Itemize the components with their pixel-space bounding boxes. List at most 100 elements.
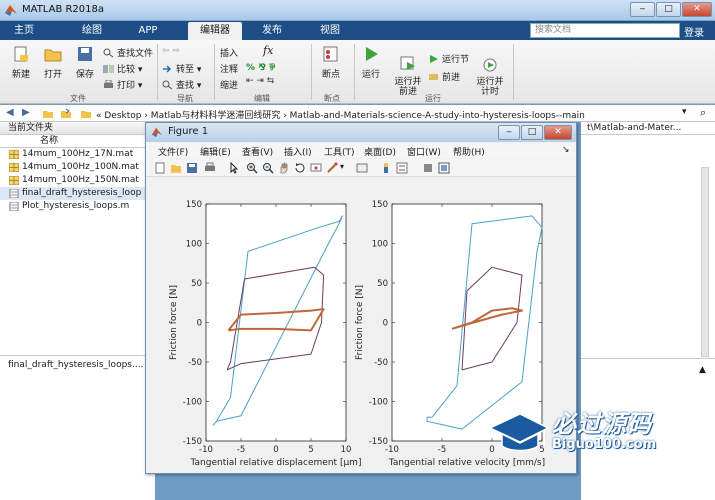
y-axis-label: Friction force [N] <box>355 285 365 360</box>
tab-home[interactable]: 主页 <box>4 22 44 40</box>
new-button[interactable]: 新建 <box>6 46 36 80</box>
insert-button[interactable]: 插入 <box>220 46 238 59</box>
goto-label: 转至 <box>176 65 195 75</box>
print-figure-icon[interactable] <box>204 162 216 174</box>
divider <box>311 44 312 100</box>
scroll-up-arrow-icon[interactable]: ▲ <box>699 365 706 375</box>
zoom-in-icon[interactable] <box>246 162 258 174</box>
show-plot-tools-icon[interactable] <box>438 162 450 174</box>
browse-folder-icon[interactable] <box>60 108 72 119</box>
menu-help[interactable]: 帮助(H) <box>453 145 485 158</box>
details-title: final_draft_hysteresis_loops.... <box>8 360 144 370</box>
figure-minimize-button[interactable]: ‒ <box>498 125 520 140</box>
figure-maximize-button[interactable]: □ <box>521 125 543 140</box>
up-folder-icon[interactable] <box>42 108 54 119</box>
percent-comment-icon[interactable]: % ⅋ ⅌ <box>246 60 275 73</box>
list-item[interactable]: Plot_hysteresis_loops.m <box>0 200 154 213</box>
search-input[interactable]: 搜索文档 <box>530 23 680 38</box>
figure-close-button[interactable]: ✕ <box>544 125 572 140</box>
new-label: 新建 <box>11 70 30 80</box>
back-arrow-icon[interactable]: ◀ <box>6 107 14 118</box>
find-button[interactable]: 查找 ▾ <box>162 78 201 91</box>
run-section-button[interactable]: 运行节 <box>428 52 469 65</box>
run-button[interactable]: 运行 <box>356 46 386 80</box>
save-button[interactable]: 保存 <box>70 46 100 80</box>
y-axis-label: Friction force [N] <box>169 285 179 360</box>
minimize-button[interactable]: ‒ <box>630 2 655 17</box>
tab-publish[interactable]: 发布 <box>250 22 294 40</box>
indent-button[interactable]: 缩进 <box>220 78 238 91</box>
figure-titlebar: Figure 1 ‒ □ ✕ <box>146 123 576 142</box>
watermark-text: 必过源码 <box>552 410 652 438</box>
x-axis-label: Tangential relative displacement [μm] <box>190 458 362 468</box>
current-path[interactable]: « Desktop › Matlab与材料科学迷滞回线研究 › Matlab-a… <box>96 108 585 121</box>
path-search-icon[interactable]: ⌕ <box>700 106 706 120</box>
list-item[interactable]: 14mum_100Hz_100N.mat <box>0 161 154 174</box>
menu-desktop[interactable]: 桌面(D) <box>364 145 396 158</box>
figure-title: Figure 1 <box>168 126 209 137</box>
divider <box>157 44 158 100</box>
compare-icon <box>103 65 114 73</box>
tab-plots[interactable]: 绘图 <box>70 22 114 40</box>
list-item[interactable]: final_draft_hysteresis_loop <box>0 187 154 200</box>
goto-button[interactable]: 转至 ▾ <box>162 62 201 75</box>
path-dropdown-icon[interactable]: ▾ <box>682 107 687 117</box>
menu-file[interactable]: 文件(F) <box>158 145 188 158</box>
brush-icon[interactable] <box>326 162 338 174</box>
menu-window[interactable]: 窗口(W) <box>407 145 441 158</box>
open-file-icon[interactable] <box>170 162 182 174</box>
link-plot-icon[interactable] <box>356 162 368 174</box>
nav-back-button[interactable]: ⇦ ⇨ <box>162 46 180 56</box>
stopwatch-icon <box>483 58 497 72</box>
y-tick-label: 150 <box>372 200 388 210</box>
indent-icons[interactable]: ⇤ ⇥ ⇆ <box>246 76 274 86</box>
tab-view[interactable]: 视图 <box>308 22 352 40</box>
find-files-button[interactable]: 查找文件 <box>103 46 153 59</box>
y-tick-label: -100 <box>183 398 202 408</box>
login-link[interactable]: 登录 <box>684 24 704 39</box>
zoom-out-icon[interactable] <box>262 162 274 174</box>
axes-box <box>205 203 347 442</box>
pointer-icon[interactable] <box>228 162 240 174</box>
hide-plot-tools-icon[interactable] <box>422 162 434 174</box>
colorbar-icon[interactable] <box>380 162 392 174</box>
indent-label: 缩进 <box>220 81 239 91</box>
watermark: 必过源码 Biguo100.com <box>488 404 715 479</box>
breakpoints-button[interactable]: 断点 <box>314 46 348 80</box>
pan-hand-icon[interactable] <box>278 162 290 174</box>
new-file-icon <box>14 46 28 62</box>
compare-label: 比较 <box>117 65 136 75</box>
fx-button[interactable]: fx <box>263 44 273 57</box>
y-tick-label: 0 <box>383 319 388 329</box>
list-item[interactable]: 14mum_100Hz_150N.mat <box>0 174 154 187</box>
dock-arrow-icon[interactable]: ↘ <box>562 145 570 155</box>
menu-tools[interactable]: 工具(T) <box>324 145 355 158</box>
print-button[interactable]: 打印 ▾ <box>103 78 142 91</box>
rotate-3d-icon[interactable] <box>294 162 306 174</box>
tab-apps[interactable]: APP <box>126 22 170 40</box>
forward-arrow-icon[interactable]: ▶ <box>22 107 30 118</box>
find-files-icon <box>103 48 114 58</box>
open-button[interactable]: 打开 <box>38 46 68 80</box>
menu-insert[interactable]: 插入(I) <box>284 145 312 158</box>
new-figure-icon[interactable] <box>154 162 166 174</box>
close-button[interactable]: ✕ <box>682 2 712 17</box>
y-tick-label: 50 <box>377 279 388 289</box>
legend-icon[interactable] <box>396 162 408 174</box>
advance-button[interactable]: 前进 <box>428 70 460 83</box>
brush-dropdown-icon[interactable]: ▾ <box>340 162 344 171</box>
comment-button[interactable]: 注释 <box>220 62 238 75</box>
maximize-button[interactable]: □ <box>656 2 681 17</box>
scrollbar[interactable] <box>701 167 709 357</box>
save-figure-icon[interactable] <box>186 162 198 174</box>
name-column-header[interactable]: 名称 <box>0 135 154 148</box>
menu-edit[interactable]: 编辑(E) <box>200 145 231 158</box>
editor-ribbon: 新建 打开 保存 查找文件 比较 ▾ 打印 ▾ 文件 ⇦ ⇨ 转至 ▾ 查找 ▾… <box>0 40 715 104</box>
breakpoints-icon <box>323 46 338 62</box>
compare-button[interactable]: 比较 ▾ <box>103 62 142 75</box>
advance-label: 前进 <box>442 73 461 83</box>
tab-editor[interactable]: 编辑器 <box>188 22 242 40</box>
menu-view[interactable]: 查看(V) <box>242 145 273 158</box>
list-item[interactable]: 14mum_100Hz_17N.mat <box>0 148 154 161</box>
data-cursor-icon[interactable] <box>310 162 322 174</box>
